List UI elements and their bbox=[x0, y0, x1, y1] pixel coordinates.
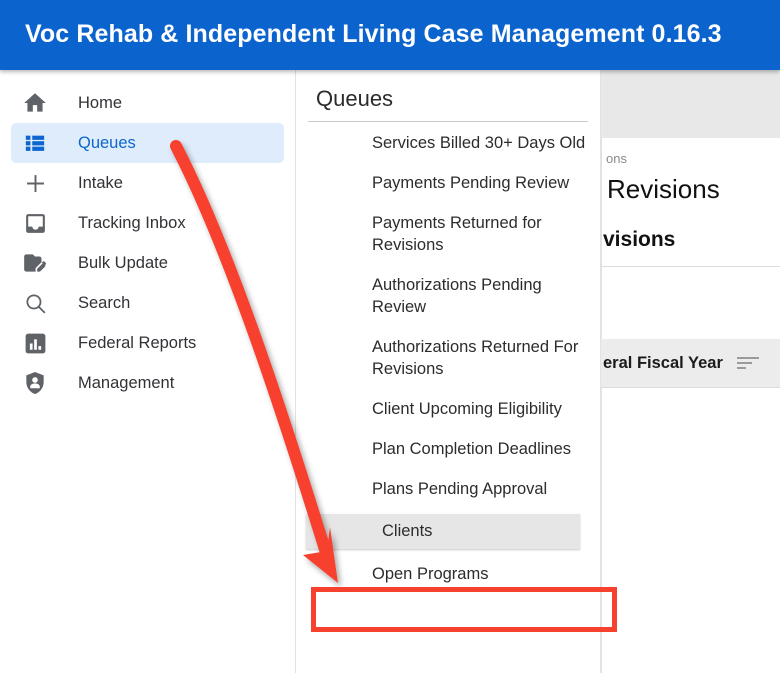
sidebar-item-label-home: Home bbox=[78, 93, 123, 112]
app-header: Voc Rehab & Independent Living Case Mana… bbox=[0, 0, 780, 70]
sidebar-item-label-management: Management bbox=[78, 373, 175, 392]
sidebar-item-management[interactable]: Management bbox=[11, 363, 284, 403]
queues-panel-rule bbox=[308, 121, 588, 122]
sidebar-top-spacer bbox=[0, 70, 295, 83]
breadcrumb[interactable]: ons bbox=[606, 151, 627, 166]
sidebar-item-label-federal-reports: Federal Reports bbox=[78, 333, 197, 352]
queue-item-authorizations-returned-for-revisions[interactable]: Authorizations Returned For Revisions bbox=[296, 332, 600, 384]
table-column-header[interactable]: eral Fiscal Year bbox=[601, 339, 780, 387]
section-divider bbox=[601, 266, 780, 267]
app-title: Voc Rehab & Independent Living Case Mana… bbox=[25, 20, 722, 48]
sidebar-item-label-tracking-inbox: Tracking Inbox bbox=[78, 213, 186, 232]
section-subtitle: visions bbox=[603, 228, 676, 251]
sort-icon[interactable] bbox=[736, 357, 759, 369]
sidebar: Home Queues Intake Tracking Inbox Bulk U… bbox=[0, 70, 296, 673]
sidebar-item-search[interactable]: Search bbox=[11, 283, 284, 323]
queue-item-payments-pending-review[interactable]: Payments Pending Review bbox=[296, 168, 600, 198]
queue-item-plans-pending-approval[interactable]: Plans Pending Approval bbox=[296, 474, 600, 504]
queue-item-payments-returned-for-revisions[interactable]: Payments Returned for Revisions bbox=[296, 208, 600, 260]
queue-item-open-programs[interactable]: Open Programs bbox=[296, 559, 600, 589]
plus-icon bbox=[18, 166, 52, 200]
queue-item-plan-completion-deadlines[interactable]: Plan Completion Deadlines bbox=[296, 434, 600, 464]
sidebar-item-queues[interactable]: Queues bbox=[11, 123, 284, 163]
sidebar-item-label-federal-search: Search bbox=[78, 293, 131, 312]
folder-edit-icon bbox=[18, 246, 52, 280]
queue-item-services-billed-30-days-old[interactable]: Services Billed 30+ Days Old bbox=[296, 128, 600, 158]
view-list-icon bbox=[18, 126, 52, 160]
sidebar-item-federal-reports[interactable]: Federal Reports bbox=[11, 323, 284, 363]
queue-item-authorizations-pending-review[interactable]: Authorizations Pending Review bbox=[296, 270, 600, 322]
bar-chart-icon bbox=[18, 326, 52, 360]
sidebar-item-tracking-inbox[interactable]: Tracking Inbox bbox=[11, 203, 284, 243]
table-row-divider bbox=[601, 387, 780, 388]
inbox-icon bbox=[18, 206, 52, 240]
shield-person-icon bbox=[18, 366, 52, 400]
sidebar-item-label-queues: Queues bbox=[78, 133, 136, 152]
home-icon bbox=[18, 86, 52, 120]
right-content-panel: ons Revisions visions eral Fiscal Year bbox=[601, 70, 780, 673]
queue-item-client-upcoming-eligibility[interactable]: Client Upcoming Eligibility bbox=[296, 394, 600, 424]
table-column-header-label: eral Fiscal Year bbox=[603, 353, 723, 372]
queues-panel: Queues Services Billed 30+ Days Old Paym… bbox=[296, 70, 601, 673]
sidebar-item-bulk-update[interactable]: Bulk Update bbox=[11, 243, 284, 283]
sidebar-item-home[interactable]: Home bbox=[11, 83, 284, 123]
right-panel-header-band bbox=[601, 70, 780, 138]
search-icon bbox=[18, 286, 52, 320]
sidebar-item-label-bulk-update: Bulk Update bbox=[78, 253, 168, 272]
queues-list: Services Billed 30+ Days Old Payments Pe… bbox=[296, 128, 600, 589]
sidebar-item-label-intake: Intake bbox=[78, 173, 123, 192]
sidebar-item-intake[interactable]: Intake bbox=[11, 163, 284, 203]
right-panel-left-edge bbox=[601, 138, 602, 673]
queue-item-clients[interactable]: Clients bbox=[306, 514, 580, 549]
page-title: Revisions bbox=[607, 174, 720, 204]
queues-panel-heading: Queues bbox=[316, 86, 394, 111]
